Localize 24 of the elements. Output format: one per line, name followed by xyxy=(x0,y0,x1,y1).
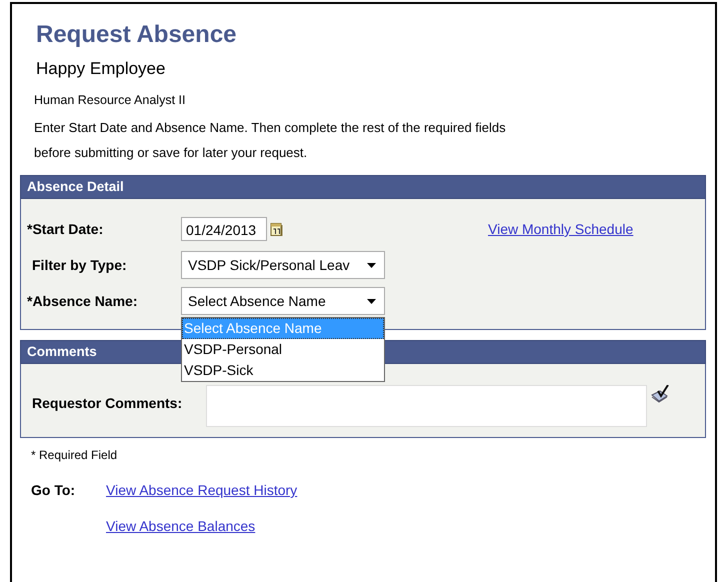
page-title: Request Absence xyxy=(35,20,238,50)
calendar-icon[interactable] xyxy=(270,222,283,236)
absence-dropdown[interactable]: Select Absence Name xyxy=(181,287,385,315)
caret-icon xyxy=(367,298,376,304)
field-label: *Start Date: xyxy=(26,221,104,237)
field-label: *Absence Name: xyxy=(26,293,138,309)
goto-link[interactable]: View Absence Request History xyxy=(106,482,298,498)
instruction-text: Enter Start Date and Absence Name. Then complete the rest of the required fields xyxy=(34,119,507,137)
section-header: Absence Detail xyxy=(20,175,706,199)
required-note: * Required Field xyxy=(31,448,118,462)
spell-check-icon[interactable] xyxy=(651,385,669,403)
field-label: Filter by Type: xyxy=(31,257,128,273)
caret-icon xyxy=(367,262,376,268)
goto-label: Go To: xyxy=(31,482,76,500)
date-field[interactable]: 01/24/2013 xyxy=(181,217,267,241)
employee-name: Happy Employee xyxy=(36,58,166,80)
goto-link[interactable]: View Absence Balances xyxy=(106,518,298,534)
dropdown-option[interactable]: VSDP-Personal xyxy=(182,339,384,360)
instruction-text: before submitting or save for later your request. xyxy=(34,144,308,162)
schedule-link[interactable]: View Monthly Schedule xyxy=(488,221,634,237)
job-title: Human Resource Analyst II xyxy=(34,92,186,109)
field-label: Requestor Comments: xyxy=(31,394,184,411)
comments-field[interactable] xyxy=(206,385,647,427)
type-dropdown[interactable]: VSDP Sick/Personal Leav xyxy=(181,251,385,279)
